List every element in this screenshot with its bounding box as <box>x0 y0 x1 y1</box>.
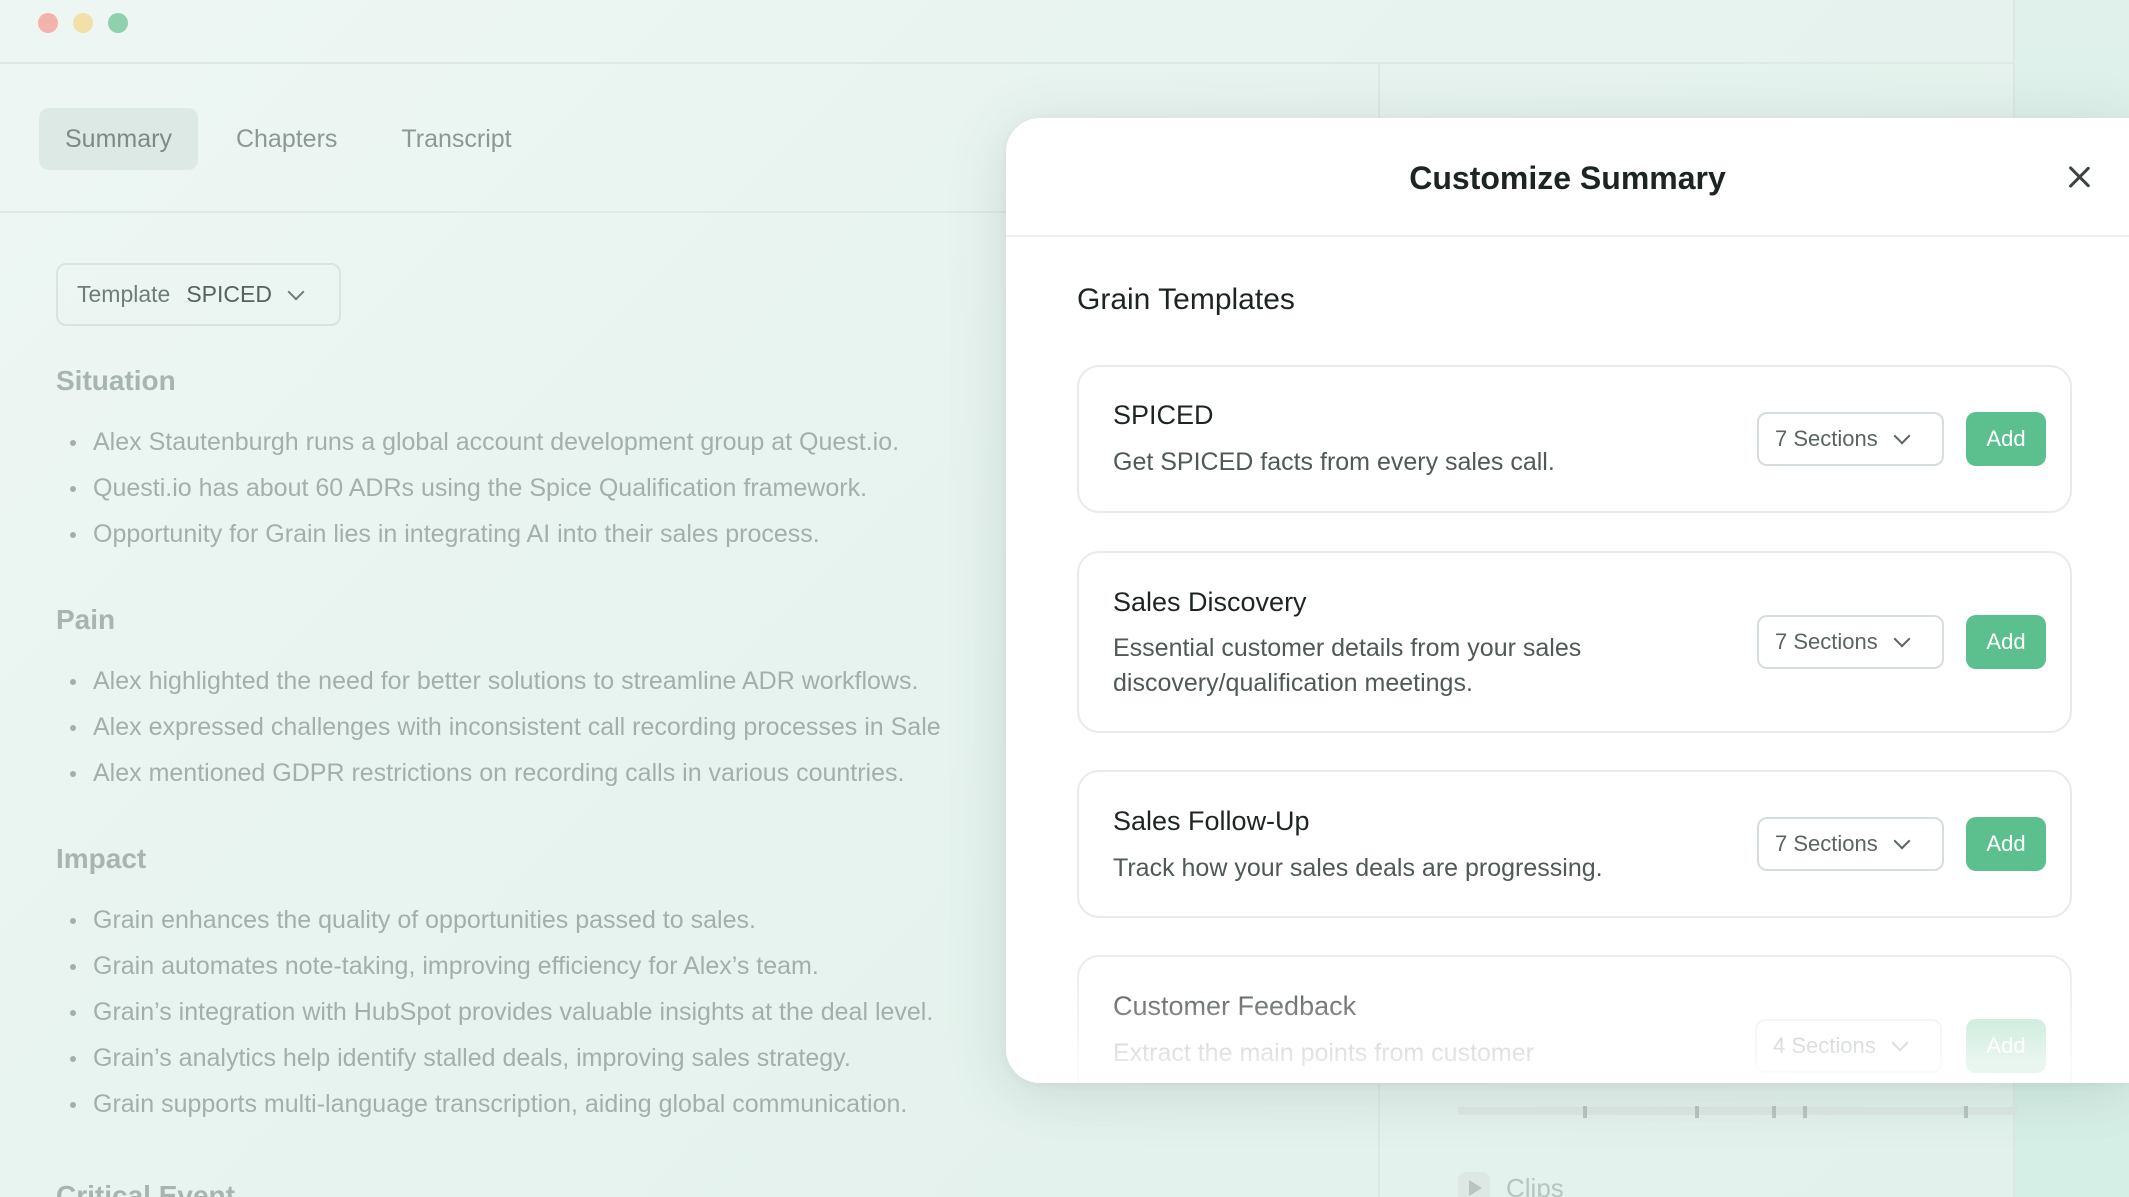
list-item: Alex mentioned GDPR restrictions on reco… <box>56 750 941 796</box>
list-item: Grain automates note-taking, improving e… <box>56 943 933 989</box>
template-description: Extract the main points from customer <box>1113 1039 1534 1067</box>
summary-section-pain: Pain Alex highlighted the need for bette… <box>56 604 941 796</box>
section-heading: Critical Event <box>56 1180 235 1197</box>
template-dropdown[interactable]: Template SPICED <box>56 263 341 326</box>
customize-summary-modal: Customize Summary Grain Templates SPICED… <box>1006 118 2129 1083</box>
section-heading: Pain <box>56 604 116 635</box>
modal-header: Customize Summary <box>1006 118 2129 237</box>
sections-dropdown-value: 4 Sections <box>1773 1033 1876 1058</box>
grain-templates-heading: Grain Templates <box>1077 283 1295 316</box>
template-card-spiced: SPICED Get SPICED facts from every sales… <box>1077 365 2072 513</box>
list-item: Grain’s analytics help identify stalled … <box>56 1035 933 1081</box>
template-name: Customer Feedback <box>1113 991 1357 1021</box>
list-item: Grain supports multi-language transcript… <box>56 1081 933 1127</box>
chevron-down-icon <box>287 283 305 300</box>
sections-dropdown[interactable]: 4 Sections <box>1755 1019 1942 1073</box>
sections-dropdown[interactable]: 7 Sections <box>1757 615 1944 669</box>
template-name: SPICED <box>1113 400 1214 430</box>
list-item: Alex Stautenburgh runs a global account … <box>56 419 899 465</box>
template-description: Essential customer details from your sal… <box>1113 634 1582 697</box>
template-name: Sales Follow-Up <box>1113 806 1310 836</box>
view-tabs: Summary Chapters Transcript <box>39 108 538 170</box>
add-template-button[interactable]: Add <box>1966 817 2046 871</box>
chevron-down-icon <box>1891 1034 1909 1052</box>
modal-title: Customize Summary <box>1409 160 1726 196</box>
close-icon[interactable] <box>2061 160 2097 196</box>
chevron-down-icon <box>1893 630 1911 648</box>
template-card-sales-follow-up: Sales Follow-Up Track how your sales dea… <box>1077 770 2072 918</box>
chevron-down-icon <box>1893 832 1911 850</box>
timeline-marker[interactable] <box>1803 1106 1807 1118</box>
list-item: Alex expressed challenges with inconsist… <box>56 704 941 750</box>
list-item: Grain enhances the quality of opportunit… <box>56 897 933 943</box>
clips-link[interactable]: Clips <box>1458 1172 1564 1197</box>
tab-summary[interactable]: Summary <box>39 108 198 170</box>
add-template-button[interactable]: Add <box>1966 412 2046 466</box>
summary-section-impact: Impact Grain enhances the quality of opp… <box>56 843 933 1127</box>
list-item: Questi.io has about 60 ADRs using the Sp… <box>56 465 899 511</box>
template-description: Get SPICED facts from every sales call. <box>1113 448 1555 476</box>
summary-section-situation: Situation Alex Stautenburgh runs a globa… <box>56 365 899 557</box>
timeline-marker[interactable] <box>1695 1106 1699 1118</box>
list-item: Opportunity for Grain lies in integratin… <box>56 511 899 557</box>
chevron-down-icon <box>1893 427 1911 445</box>
sections-dropdown-value: 7 Sections <box>1775 426 1878 451</box>
timeline-marker[interactable] <box>1964 1106 1968 1118</box>
sections-dropdown-value: 7 Sections <box>1775 629 1878 654</box>
clips-label: Clips <box>1506 1172 1564 1197</box>
window-titlebar <box>0 0 2015 64</box>
list-item: Grain’s integration with HubSpot provide… <box>56 989 933 1035</box>
sections-dropdown[interactable]: 7 Sections <box>1757 412 1944 466</box>
section-heading: Situation <box>56 365 176 396</box>
timeline-marker[interactable] <box>1583 1106 1587 1118</box>
template-dropdown-label: Template <box>77 281 171 307</box>
sections-dropdown-value: 7 Sections <box>1775 831 1878 856</box>
template-card-customer-feedback: Customer Feedback Extract the main point… <box>1077 955 2072 1083</box>
template-name: Sales Discovery <box>1113 587 1307 617</box>
section-heading: Impact <box>56 843 147 874</box>
tab-transcript[interactable]: Transcript <box>375 108 537 170</box>
playback-timeline[interactable] <box>1458 1107 2018 1115</box>
template-card-sales-discovery: Sales Discovery Essential customer detai… <box>1077 551 2072 733</box>
window-minimize-dot[interactable] <box>73 13 93 33</box>
summary-section-critical-event: Critical Event <box>56 1180 235 1197</box>
sections-dropdown[interactable]: 7 Sections <box>1757 817 1944 871</box>
window-close-dot[interactable] <box>38 13 58 33</box>
template-dropdown-value: SPICED <box>186 281 272 307</box>
window-zoom-dot[interactable] <box>108 13 128 33</box>
add-template-button[interactable]: Add <box>1966 615 2046 669</box>
template-description: Track how your sales deals are progressi… <box>1113 854 1603 882</box>
add-template-button[interactable]: Add <box>1966 1019 2046 1073</box>
timeline-marker[interactable] <box>1772 1106 1776 1118</box>
tab-chapters[interactable]: Chapters <box>210 108 363 170</box>
list-item: Alex highlighted the need for better sol… <box>56 658 941 704</box>
play-icon <box>1458 1172 1490 1197</box>
